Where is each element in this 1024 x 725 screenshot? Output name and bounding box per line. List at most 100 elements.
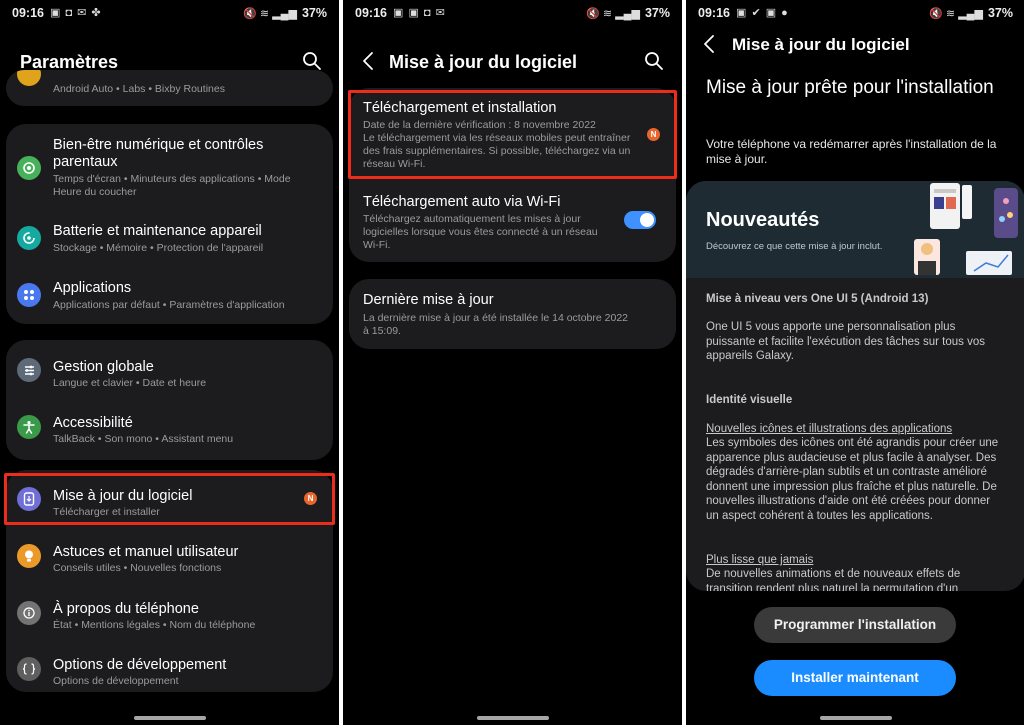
settings-item-title: Bien-être numérique et contrôles parenta… [53,137,264,170]
intro-text: One UI 5 vous apporte une personnalisati… [706,321,985,362]
settings-group-2: Gestion globale Langue et clavier • Date… [6,340,333,460]
new-badge: N [304,492,317,505]
battery-level: 37% [644,6,670,20]
status-bar: 09:16 ▣ ◘ ✉ ✤ 🔇 ≋ ▂▄▆ 37% [0,0,339,26]
last-check-date: Date de la dernière vérification : 8 nov… [363,119,596,131]
settings-group-partial: Android Auto • Labs • Bixby Routines [6,70,333,106]
settings-item-digital-wellbeing[interactable]: Bien-être numérique et contrôles parenta… [6,124,333,204]
settings-item-general-management[interactable]: Gestion globale Langue et clavier • Date… [6,345,333,395]
settings-group-3: Mise à jour du logiciel Télécharger et i… [6,470,333,692]
ready-heading: Mise à jour prête pour l'installation [706,77,994,98]
settings-item-battery[interactable]: Batterie et maintenance appareil Stockag… [6,212,333,262]
system-icons: 🔇 ≋ ▂▄▆ 37% [243,6,327,20]
version-title: Mise à niveau vers One UI 5 (Android 13) [706,293,929,305]
download-install-title: Téléchargement et installation [363,100,557,116]
settings-item-accessibility[interactable]: Accessibilité TalkBack • Son mono • Assi… [6,402,333,452]
partial-item-icon [17,70,41,86]
smoother-paragraph: De nouvelles animations et de nouveaux e… [706,568,961,591]
search-icon[interactable] [643,50,665,72]
settings-item-subtitle: Langue et clavier • Date et heure [53,377,207,389]
page-title: Mise à jour du logiciel [389,52,578,72]
install-now-button[interactable]: Installer maintenant [754,660,956,696]
auto-wifi-title: Téléchargement auto via Wi-Fi [363,194,561,210]
status-bar: 09:16 ▣ ▣ ◘ ✉ 🔇 ≋ ▂▄▆ 37% [343,0,682,26]
back-arrow-icon[interactable] [359,50,379,72]
settings-item-title: Accessibilité [53,415,133,431]
system-icons: 🔇 ≋ ▂▄▆ 37% [929,6,1013,20]
icons-paragraph: Les symboles des icônes ont été agrandis… [706,437,999,522]
last-update-subtitle: La dernière mise à jour a été installée … [363,312,629,337]
notification-icons: ▣ ✔ ▣ ● [736,7,789,19]
settings-item-title: Mise à jour du logiciel [53,488,193,504]
accessibility-icon [17,415,41,439]
settings-item-subtitle: État • Mentions légales • Nom du télépho… [53,619,256,631]
settings-item-about-phone[interactable]: À propos du téléphone État • Mentions lé… [6,588,333,638]
status-time: 09:16 [355,6,387,20]
software-update-icon [17,487,41,511]
whats-new-banner: Nouveautés Découvrez ce que cette mise à… [686,181,1024,278]
restart-notice: Votre téléphone va redémarrer après l'in… [706,137,997,166]
braces-icon [17,657,41,681]
battery-care-icon [17,226,41,250]
toggle-knob [640,213,654,227]
new-badge: N [647,128,660,141]
settings-item-subtitle: TalkBack • Son mono • Assistant menu [53,433,234,445]
whats-new-subtitle: Découvrez ce que cette mise à jour inclu… [706,241,883,252]
battery-level: 37% [301,6,327,20]
settings-group-1: Bien-être numérique et contrôles parenta… [6,124,333,324]
release-notes-panel[interactable]: Nouveautés Découvrez ce que cette mise à… [686,181,1024,591]
system-icons: 🔇 ≋ ▂▄▆ 37% [586,6,670,20]
gesture-handle [476,716,549,720]
settings-item-title: Astuces et manuel utilisateur [53,544,239,560]
apps-grid-icon [17,283,41,307]
page-title: Mise à jour du logiciel [732,35,910,54]
settings-item-subtitle: Conseils utiles • Nouvelles fonctions [53,562,222,574]
sliders-icon [17,358,41,382]
last-update-row[interactable]: Dernière mise à jour La dernière mise à … [349,279,676,349]
notification-icons: ▣ ▣ ◘ ✉ [393,7,446,19]
last-update-card: Dernière mise à jour La dernière mise à … [349,279,676,349]
settings-item-subtitle: Applications par défaut • Paramètres d'a… [53,299,285,311]
status-bar: 09:16 ▣ ✔ ▣ ● 🔇 ≋ ▂▄▆ 37% [686,0,1024,26]
settings-item-tips[interactable]: Astuces et manuel utilisateur Conseils u… [6,531,333,581]
subsection-smoother: Plus lisse que jamais [706,554,814,566]
subsection-icons: Nouvelles icônes et illustrations des ap… [706,423,953,435]
settings-item-applications[interactable]: Applications Applications par défaut • P… [6,269,333,319]
auto-wifi-toggle[interactable] [624,211,656,229]
settings-item-developer-options[interactable]: Options de développement Options de déve… [6,644,333,692]
gesture-handle [133,716,206,720]
settings-item-title: Batterie et maintenance appareil [53,223,262,239]
settings-item-title: Applications [53,280,132,296]
settings-item-title: Options de développement [53,657,227,673]
search-icon[interactable] [301,50,323,72]
auto-wifi-subtitle: Téléchargez automatiquement les mises à … [363,213,598,251]
battery-level: 37% [987,6,1013,20]
schedule-install-button[interactable]: Programmer l'installation [754,607,956,643]
settings-item-subtitle: Options de développement [53,675,179,687]
lightbulb-icon [17,544,41,568]
settings-item-title: Gestion globale [53,359,154,375]
section-visual-identity: Identité visuelle [706,394,793,406]
mobile-data-warning: Le téléchargement via les réseaux mobile… [363,132,631,170]
partial-item-subtitle: Android Auto • Labs • Bixby Routines [53,83,225,95]
gesture-handle [819,716,892,720]
update-options-card: Téléchargement et installation Date de l… [349,88,676,262]
software-update-screen: 09:16 ▣ ▣ ◘ ✉ 🔇 ≋ ▂▄▆ 37% Mise à jour du… [343,0,682,725]
settings-item-software-update[interactable]: Mise à jour du logiciel Télécharger et i… [6,474,333,524]
download-install-row[interactable]: Téléchargement et installation Date de l… [349,88,676,176]
status-time: 09:16 [12,6,44,20]
digital-wellbeing-icon [17,156,41,180]
settings-item-subtitle: Télécharger et installer [53,506,160,518]
back-arrow-icon[interactable] [700,33,720,55]
notification-icons: ▣ ◘ ✉ ✤ [50,7,102,19]
devices-illustration [914,183,1018,275]
update-ready-screen: 09:16 ▣ ✔ ▣ ● 🔇 ≋ ▂▄▆ 37% Mise à jour du… [686,0,1024,725]
last-update-title: Dernière mise à jour [363,292,494,308]
settings-item-title: À propos du téléphone [53,601,199,617]
settings-item-subtitle: Temps d'écran • Minuteurs des applicatio… [53,173,291,198]
auto-wifi-row[interactable]: Téléchargement auto via Wi-Fi Télécharge… [349,186,676,258]
settings-screen: 09:16 ▣ ◘ ✉ ✤ 🔇 ≋ ▂▄▆ 37% Paramètres And… [0,0,339,725]
whats-new-title: Nouveautés [706,209,820,231]
status-time: 09:16 [698,6,730,20]
settings-item-subtitle: Stockage • Mémoire • Protection de l'app… [53,242,264,254]
